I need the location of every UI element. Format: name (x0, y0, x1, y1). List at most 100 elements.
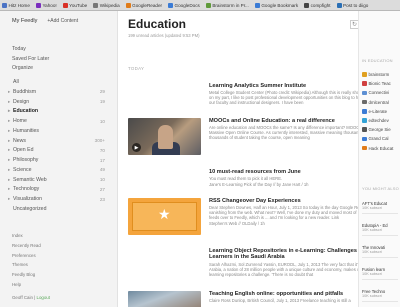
bookmark-label: Yahoo! (42, 2, 57, 8)
bookmark-item[interactable]: Wikipedia (93, 2, 120, 8)
source-item[interactable]: Connectivi (362, 90, 389, 95)
bookmark-label: Google Bookmark (261, 2, 299, 8)
source-favicon-icon (362, 127, 367, 132)
article-item[interactable]: ▶ MOOCs and Online Education: a real dif… (128, 118, 373, 160)
sidebar-category-item[interactable]: ▸ Design (8, 99, 29, 105)
source-item[interactable]: e-Literate (362, 109, 387, 114)
suggestion-subscribers: 10K subscri (362, 272, 382, 276)
source-favicon-icon (362, 81, 367, 86)
article-thumbnail[interactable] (128, 291, 201, 307)
source-item[interactable]: Grand Cal (362, 136, 389, 141)
bookmark-favicon-icon (168, 2, 174, 8)
sidebar-category-item[interactable]: ▸ Home (8, 118, 27, 124)
bookmark-item[interactable]: Yahoo! (35, 2, 57, 8)
sidebar-footer-link[interactable]: Feedly Blog (12, 272, 35, 277)
section-label-today: TODAY (128, 66, 145, 71)
article-snippet: Are online education and MOOCs the same?… (209, 125, 368, 141)
sidebar-category-item[interactable]: ▸ Humanities (8, 128, 39, 134)
sidebar-category-item[interactable]: ▸ News (8, 138, 26, 144)
article-title[interactable]: Teaching English online: opportunities a… (209, 291, 379, 297)
play-icon[interactable]: ▶ (132, 143, 141, 152)
sidebar-category-item[interactable]: ▸ Open Ed (8, 147, 33, 153)
bookmark-item[interactable]: GoogleDocs (168, 2, 200, 8)
article-item[interactable]: Learning Object Repositories in e-Learni… (128, 248, 373, 284)
source-item[interactable]: dmlcentral (362, 100, 389, 105)
article-title[interactable]: 10 must-read resources from June (209, 169, 379, 175)
suggestion-card[interactable]: Fusion learn 10K subscri (362, 267, 400, 280)
article-title[interactable]: Learning Analytics Summer Institute (209, 83, 379, 89)
sidebar-category-label: Philosophy (13, 157, 39, 163)
suggestion-subscribers: 10K subscri (362, 294, 382, 298)
sidebar-category-label: Buddhism (13, 88, 37, 95)
article-item[interactable]: 10 must-read resources from June You mus… (128, 169, 373, 189)
source-item[interactable]: brainstorm (362, 72, 389, 77)
bookmark-item[interactable]: GoogleReader (125, 2, 163, 8)
source-item[interactable]: edtechdev (362, 118, 389, 123)
bookmark-label: GoogleReader (132, 2, 163, 8)
suggestion-subscribers: 10K subscri (362, 206, 382, 210)
sidebar-category-item[interactable]: ▸ Education (8, 108, 38, 114)
sidebar-category-item[interactable]: Uncategorized (8, 206, 46, 212)
sidebar-category-item[interactable]: ▸ Science (8, 167, 31, 173)
article-item[interactable]: Teaching English online: opportunities a… (128, 291, 373, 307)
suggestion-card[interactable]: EdutopiA - Ed 10K subscri (362, 223, 400, 236)
sidebar-category-item[interactable]: ▸ Buddhism (8, 89, 36, 95)
sidebar-category-item[interactable]: ▸ Semantic Web (8, 177, 47, 183)
sidebar-primary-item[interactable]: Organize (12, 65, 33, 71)
source-item[interactable]: Bionic Teac (362, 81, 391, 86)
sidebar-category-label: Humanities (13, 127, 39, 134)
article-body: 10 must-read resources from June You mus… (209, 169, 379, 187)
suggestion-card[interactable]: AFT's Educat 10K subscri (362, 201, 400, 214)
source-label: dmlcentral (368, 99, 389, 105)
bookmark-item[interactable]: compfight (304, 2, 331, 8)
sidebar-footer-link[interactable]: Help (12, 282, 21, 287)
sidebar-footer-link[interactable]: Preferences (12, 253, 36, 258)
article-thumbnail[interactable]: ▶ (128, 118, 201, 155)
bookmark-label: Hitz Home (8, 2, 30, 8)
sidebar: My Feedly +Add Content Today Saved For La… (0, 11, 118, 307)
suggestion-divider (362, 212, 398, 214)
source-favicon-icon (362, 72, 367, 77)
bookmark-label: compfight (310, 2, 331, 8)
article-title[interactable]: MOOCs and Online Education: a real diffe… (209, 118, 379, 124)
sidebar-category-item[interactable]: All (8, 79, 19, 85)
article-snippet: Sarah Alhazmi, Sol Zumrend Yassin, EUROD… (209, 261, 372, 277)
sidebar-footer-link[interactable]: Themes (12, 262, 28, 267)
account-name: Geoff Cain (12, 295, 33, 300)
suggestion-card[interactable]: The Innovati 10K subscri (362, 245, 400, 258)
bookmark-item[interactable]: YouTube (62, 2, 87, 8)
sidebar-category-label: Open Ed (13, 147, 34, 154)
article-body: Learning Analytics Summer Institute Meta… (209, 83, 379, 105)
source-favicon-icon (362, 145, 367, 151)
article-item[interactable]: Learning Analytics Summer Institute Meta… (128, 83, 379, 113)
source-favicon-icon (362, 109, 367, 114)
source-item[interactable]: Hack Educat (362, 146, 393, 151)
bookmark-favicon-icon (2, 2, 7, 8)
sidebar-category-label: Technology (13, 186, 40, 193)
suggestion-card[interactable]: Free Techno 10K subscri (362, 289, 400, 302)
sidebar-primary-item[interactable]: Saved For Later (12, 56, 49, 62)
bookmark-label: GoogleDocs (174, 2, 200, 8)
sidebar-footer-link[interactable]: Index (12, 233, 23, 238)
my-feedly-link[interactable]: My Feedly (12, 18, 37, 24)
article-item[interactable]: ★ RSS Changeover Day Experiences Dear St… (128, 198, 373, 238)
source-label: George Sie (368, 127, 391, 133)
article-title[interactable]: RSS Changeover Day Experiences (209, 198, 379, 204)
bookmark-item[interactable]: Hitz Home (2, 2, 30, 8)
sidebar-category-item[interactable]: ▸ Visualization (8, 196, 42, 202)
sidebar-footer-link[interactable]: Recently Read (12, 243, 41, 248)
bookmark-item[interactable]: Brainstorm in Pr... (205, 2, 249, 8)
sidebar-category-item[interactable]: ▸ Technology (8, 186, 39, 192)
bookmark-favicon-icon (62, 2, 68, 8)
bookmark-item[interactable]: Post to diigo (336, 2, 368, 8)
add-content-link[interactable]: +Add Content (47, 18, 78, 24)
logout-link[interactable]: Logout (37, 295, 50, 300)
article-thumbnail[interactable]: ★ (128, 198, 201, 235)
bookmark-item[interactable]: Google Bookmark (254, 2, 299, 8)
sidebar-category-item[interactable]: ▸ Philosophy (8, 157, 38, 163)
bookmarks-bar: Hitz Home Yahoo! YouTube Wikipedia GoogleRea… (0, 0, 400, 11)
sidebar-primary-item[interactable]: Today (12, 46, 26, 52)
article-title[interactable]: Learning Object Repositories in e-Learni… (209, 248, 379, 261)
unread-count: 23 (99, 196, 105, 202)
source-item[interactable]: George Sie (362, 127, 391, 132)
